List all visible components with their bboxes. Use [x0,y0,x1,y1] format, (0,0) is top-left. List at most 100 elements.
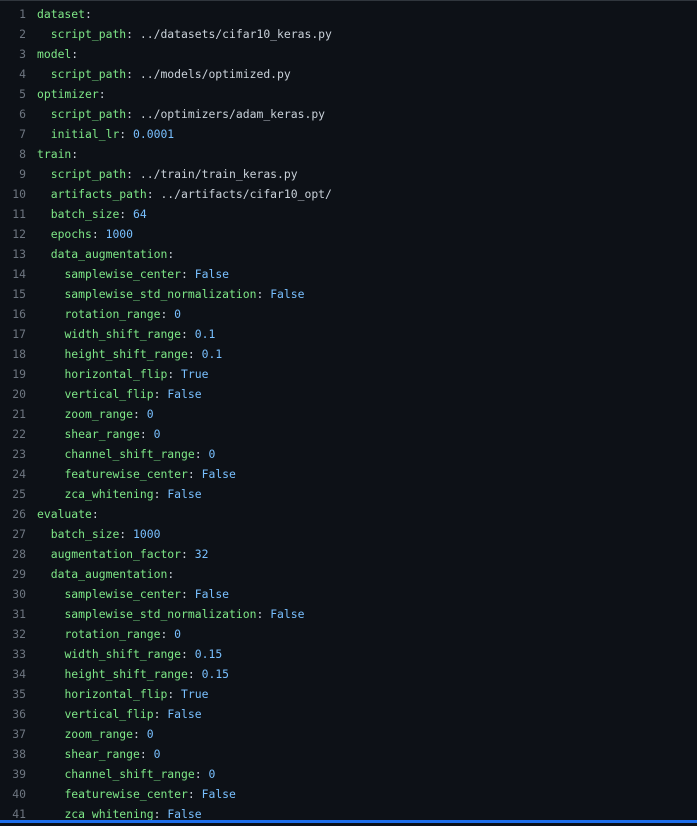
yaml-colon: : [126,67,134,81]
line-content[interactable]: width_shift_range: 0.15 [26,644,222,664]
code-line[interactable]: 22 shear_range: 0 [0,424,697,444]
line-content[interactable]: batch_size: 1000 [26,524,161,544]
line-content[interactable]: batch_size: 64 [26,204,147,224]
yaml-value: False [194,267,230,281]
code-line[interactable]: 17 width_shift_range: 0.1 [0,324,697,344]
line-content[interactable]: height_shift_range: 0.1 [26,344,222,364]
line-content[interactable]: script_path: ../train/train_keras.py [26,164,298,184]
code-line[interactable]: 23 channel_shift_range: 0 [0,444,697,464]
code-line[interactable]: 31 samplewise_std_normalization: False [0,604,697,624]
code-line[interactable]: 5 optimizer: [0,84,697,104]
code-line[interactable]: 38 shear_range: 0 [0,744,697,764]
code-line[interactable]: 3 model: [0,44,697,64]
line-number: 28 [12,547,26,561]
scrollbar-track[interactable] [0,820,697,823]
line-content[interactable]: epochs: 1000 [26,224,133,244]
yaml-value: 1000 [133,527,161,541]
line-content[interactable]: vertical_flip: False [26,384,201,404]
line-content[interactable]: data_augmentation: [26,244,174,264]
line-content[interactable]: channel_shift_range: 0 [26,444,215,464]
line-content[interactable]: horizontal_flip: True [26,364,208,384]
code-line[interactable]: 6 script_path: ../optimizers/adam_keras.… [0,104,697,124]
code-line[interactable]: 35 horizontal_flip: True [0,684,697,704]
line-content[interactable]: height_shift_range: 0.15 [26,664,229,684]
line-content[interactable]: artifacts_path: ../artifacts/cifar10_opt… [26,184,332,204]
code-line[interactable]: 9 script_path: ../train/train_keras.py [0,164,697,184]
code-line[interactable]: 25 zca_whitening: False [0,484,697,504]
line-content[interactable]: rotation_range: 0 [26,304,181,324]
code-line[interactable]: 19 horizontal_flip: True [0,364,697,384]
yaml-key: vertical_flip [64,387,154,401]
code-line[interactable]: 12 epochs: 1000 [0,224,697,244]
code-line[interactable]: 29 data_augmentation: [0,564,697,584]
line-content[interactable]: featurewise_center: False [26,464,235,484]
line-content[interactable]: featurewise_center: False [26,784,235,804]
code-line[interactable]: 21 zoom_range: 0 [0,404,697,424]
separator-space [195,667,202,681]
line-content[interactable]: zoom_range: 0 [26,404,153,424]
code-line[interactable]: 8 train: [0,144,697,164]
line-content[interactable]: train: [26,144,78,164]
line-content[interactable]: dataset: [26,4,92,24]
separator-space [188,267,195,281]
line-number: 22 [12,427,26,441]
line-content[interactable]: script_path: ../optimizers/adam_keras.py [26,104,325,124]
code-line[interactable]: 1 dataset: [0,4,697,24]
line-content[interactable]: optimizer: [26,84,106,104]
code-line[interactable]: 40 featurewise_center: False [0,784,697,804]
yaml-key: channel_shift_range [64,447,195,461]
code-line[interactable]: 39 channel_shift_range: 0 [0,764,697,784]
line-content[interactable]: vertical_flip: False [26,704,201,724]
line-number: 29 [12,567,26,581]
line-content[interactable]: evaluate: [26,504,99,524]
code-line[interactable]: 14 samplewise_center: False [0,264,697,284]
code-line[interactable]: 15 samplewise_std_normalization: False [0,284,697,304]
code-line[interactable]: 2 script_path: ../datasets/cifar10_keras… [0,24,697,44]
code-lines[interactable]: 1 dataset: 2 script_path: ../datasets/cifa… [0,1,697,823]
code-line[interactable]: 30 samplewise_center: False [0,584,697,604]
line-content[interactable]: samplewise_center: False [26,264,229,284]
code-line[interactable]: 13 data_augmentation: [0,244,697,264]
line-content[interactable]: width_shift_range: 0.1 [26,324,215,344]
code-line[interactable]: 26 evaluate: [0,504,697,524]
line-content[interactable]: shear_range: 0 [26,744,160,764]
line-content[interactable]: script_path: ../datasets/cifar10_keras.p… [26,24,332,44]
yaml-key: channel_shift_range [64,767,195,781]
code-line[interactable]: 20 vertical_flip: False [0,384,697,404]
line-content[interactable]: augmentation_factor: 32 [26,544,209,564]
code-line[interactable]: 36 vertical_flip: False [0,704,697,724]
line-content[interactable]: script_path: ../models/optimized.py [26,64,291,84]
code-line[interactable]: 28 augmentation_factor: 32 [0,544,697,564]
line-content[interactable]: zoom_range: 0 [26,724,153,744]
line-content[interactable]: samplewise_center: False [26,584,229,604]
code-line[interactable]: 16 rotation_range: 0 [0,304,697,324]
line-content[interactable]: shear_range: 0 [26,424,160,444]
code-line[interactable]: 4 script_path: ../models/optimized.py [0,64,697,84]
line-content[interactable]: samplewise_std_normalization: False [26,284,304,304]
code-line[interactable]: 24 featurewise_center: False [0,464,697,484]
code-line[interactable]: 37 zoom_range: 0 [0,724,697,744]
line-content[interactable]: samplewise_std_normalization: False [26,604,304,624]
line-content[interactable]: horizontal_flip: True [26,684,208,704]
code-line[interactable]: 34 height_shift_range: 0.15 [0,664,697,684]
line-content[interactable]: initial_lr: 0.0001 [26,124,174,144]
code-line[interactable]: 27 batch_size: 1000 [0,524,697,544]
code-line[interactable]: 18 height_shift_range: 0.1 [0,344,697,364]
code-line[interactable]: 7 initial_lr: 0.0001 [0,124,697,144]
code-line[interactable]: 33 width_shift_range: 0.15 [0,644,697,664]
code-line[interactable]: 32 rotation_range: 0 [0,624,697,644]
line-content[interactable]: data_augmentation: [26,564,174,584]
line-content[interactable]: channel_shift_range: 0 [26,764,215,784]
code-line[interactable]: 10 artifacts_path: ../artifacts/cifar10_… [0,184,697,204]
line-content[interactable]: zca_whitening: False [26,484,201,504]
line-content[interactable]: model: [26,44,78,64]
code-line[interactable]: 11 batch_size: 64 [0,204,697,224]
line-content[interactable]: rotation_range: 0 [26,624,181,644]
code-editor[interactable]: 1 dataset: 2 script_path: ../datasets/cifa… [0,0,697,823]
